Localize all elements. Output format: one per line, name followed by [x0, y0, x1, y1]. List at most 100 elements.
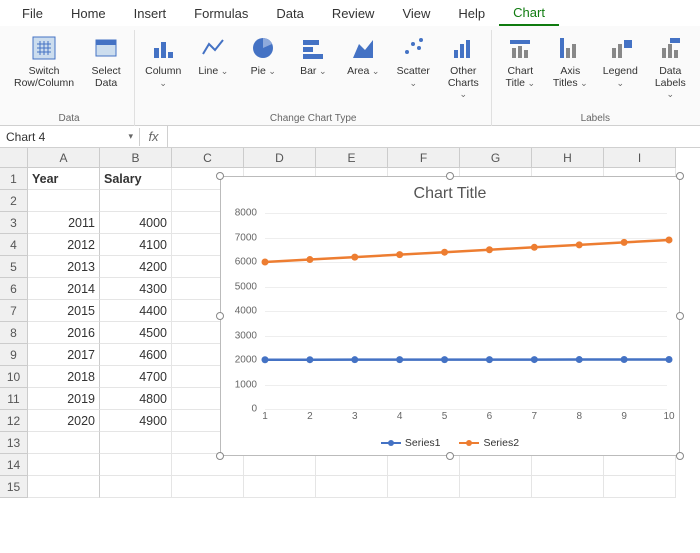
cell[interactable]: 2012	[28, 234, 100, 256]
chart-plot-area[interactable]	[265, 213, 667, 407]
cell[interactable]	[604, 454, 676, 476]
chart-y-axis[interactable]: 010002000300040005000600070008000	[221, 213, 261, 407]
chart-object[interactable]: Chart Title 0100020003000400050006000700…	[220, 176, 680, 456]
chart-title-button[interactable]: Chart Title	[498, 30, 542, 91]
fx-icon[interactable]: fx	[140, 126, 168, 147]
cell[interactable]: 4600	[100, 344, 172, 366]
cell[interactable]: 2018	[28, 366, 100, 388]
cell[interactable]: 2014	[28, 278, 100, 300]
data-labels-button[interactable]: Data Labels	[648, 30, 692, 103]
column-header[interactable]: H	[532, 148, 604, 168]
cell[interactable]	[100, 190, 172, 212]
resize-handle[interactable]	[676, 172, 684, 180]
tab-review[interactable]: Review	[318, 2, 389, 25]
row-header[interactable]: 8	[0, 322, 28, 344]
cell[interactable]: 4900	[100, 410, 172, 432]
row-header[interactable]: 13	[0, 432, 28, 454]
row-header[interactable]: 6	[0, 278, 28, 300]
scatter-chart-button[interactable]: Scatter	[391, 30, 435, 91]
cell[interactable]: 2019	[28, 388, 100, 410]
axis-titles-button[interactable]: Axis Titles	[548, 30, 592, 91]
select-all-corner[interactable]	[0, 148, 28, 168]
row-header[interactable]: 10	[0, 366, 28, 388]
tab-data[interactable]: Data	[262, 2, 317, 25]
column-chart-button[interactable]: Column	[141, 30, 185, 91]
cell[interactable]	[460, 454, 532, 476]
tab-chart[interactable]: Chart	[499, 1, 559, 26]
cell[interactable]	[604, 476, 676, 498]
cell[interactable]	[460, 476, 532, 498]
cell[interactable]	[100, 454, 172, 476]
bar-chart-button[interactable]: Bar	[291, 30, 335, 80]
cell[interactable]	[28, 190, 100, 212]
cell[interactable]	[100, 476, 172, 498]
other-charts-button[interactable]: Other Charts	[441, 30, 485, 103]
name-box[interactable]: Chart 4 ▾	[0, 128, 140, 146]
cell[interactable]: 2015	[28, 300, 100, 322]
cell[interactable]: Salary	[100, 168, 172, 190]
cell[interactable]	[388, 476, 460, 498]
cell[interactable]: 4500	[100, 322, 172, 344]
cell[interactable]: 4800	[100, 388, 172, 410]
cell[interactable]: 4200	[100, 256, 172, 278]
cell[interactable]: 2016	[28, 322, 100, 344]
legend-item-series2[interactable]: Series2	[459, 437, 519, 449]
cell[interactable]	[316, 476, 388, 498]
column-header[interactable]: E	[316, 148, 388, 168]
tab-insert[interactable]: Insert	[120, 2, 181, 25]
cell[interactable]	[244, 476, 316, 498]
cell[interactable]	[28, 432, 100, 454]
tab-formulas[interactable]: Formulas	[180, 2, 262, 25]
column-header[interactable]: A	[28, 148, 100, 168]
cell[interactable]: 2013	[28, 256, 100, 278]
cell[interactable]	[172, 476, 244, 498]
cell[interactable]: Year	[28, 168, 100, 190]
cell[interactable]: 4100	[100, 234, 172, 256]
row-header[interactable]: 7	[0, 300, 28, 322]
tab-file[interactable]: File	[8, 2, 57, 25]
cell[interactable]	[172, 454, 244, 476]
line-chart-button[interactable]: Line	[191, 30, 235, 80]
cell[interactable]	[316, 454, 388, 476]
column-header[interactable]: G	[460, 148, 532, 168]
resize-handle[interactable]	[676, 312, 684, 320]
cell[interactable]	[532, 476, 604, 498]
cell[interactable]: 4300	[100, 278, 172, 300]
row-header[interactable]: 15	[0, 476, 28, 498]
row-header[interactable]: 11	[0, 388, 28, 410]
legend-item-series1[interactable]: Series1	[381, 437, 441, 449]
cell[interactable]	[100, 432, 172, 454]
select-data-button[interactable]: Select Data	[84, 30, 128, 91]
switch-row-column-button[interactable]: Switch Row/Column	[10, 30, 78, 91]
row-header[interactable]: 3	[0, 212, 28, 234]
area-chart-button[interactable]: Area	[341, 30, 385, 80]
row-header[interactable]: 12	[0, 410, 28, 432]
chart-series[interactable]	[265, 213, 667, 407]
resize-handle[interactable]	[216, 172, 224, 180]
row-header[interactable]: 2	[0, 190, 28, 212]
cell[interactable]	[28, 476, 100, 498]
cell[interactable]: 2011	[28, 212, 100, 234]
chart-x-axis[interactable]: 12345678910	[265, 411, 667, 425]
column-header[interactable]: B	[100, 148, 172, 168]
column-header[interactable]: F	[388, 148, 460, 168]
resize-handle[interactable]	[676, 452, 684, 460]
cell[interactable]: 4700	[100, 366, 172, 388]
pie-chart-button[interactable]: Pie	[241, 30, 285, 80]
row-header[interactable]: 9	[0, 344, 28, 366]
resize-handle[interactable]	[446, 172, 454, 180]
cell[interactable]: 4400	[100, 300, 172, 322]
row-header[interactable]: 5	[0, 256, 28, 278]
column-header[interactable]: D	[244, 148, 316, 168]
row-header[interactable]: 1	[0, 168, 28, 190]
cell[interactable]	[244, 454, 316, 476]
legend-button[interactable]: Legend	[598, 30, 642, 91]
cell[interactable]: 2020	[28, 410, 100, 432]
row-header[interactable]: 4	[0, 234, 28, 256]
resize-handle[interactable]	[216, 452, 224, 460]
column-header[interactable]: I	[604, 148, 676, 168]
tab-view[interactable]: View	[388, 2, 444, 25]
cell[interactable]	[532, 454, 604, 476]
cell[interactable]: 2017	[28, 344, 100, 366]
chart-title[interactable]: Chart Title	[221, 185, 679, 203]
